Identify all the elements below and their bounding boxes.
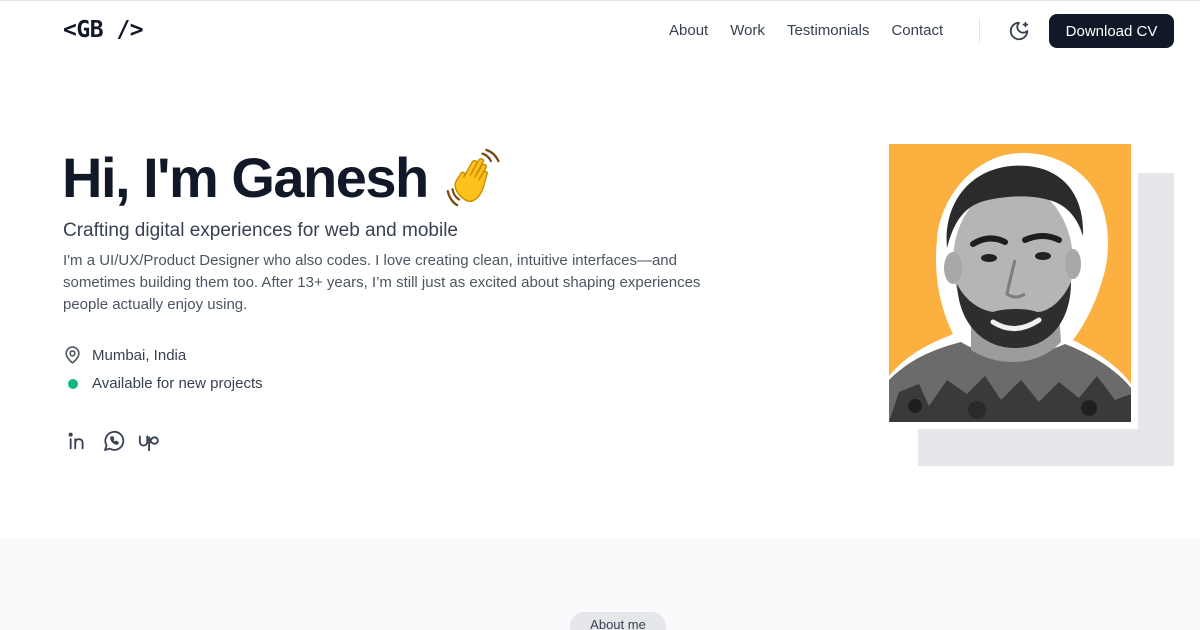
nav-divider — [979, 18, 980, 44]
availability-text: Available for new projects — [92, 375, 263, 392]
location-text: Mumbai, India — [92, 346, 187, 364]
map-pin-icon — [65, 346, 80, 364]
moon-icon — [1009, 21, 1029, 41]
about-section: About me — [0, 538, 1200, 630]
upwork-icon — [138, 435, 159, 452]
about-me-badge: About me — [570, 612, 666, 630]
theme-toggle-button[interactable] — [1004, 16, 1034, 46]
linkedin-icon — [68, 432, 84, 450]
site-logo[interactable]: <GB /> — [63, 17, 144, 43]
upwork-link[interactable] — [138, 429, 162, 453]
site-header: <GB /> About Work Testimonials Contact D… — [0, 0, 1200, 62]
whatsapp-icon — [104, 430, 125, 451]
nav-work[interactable]: Work — [730, 22, 765, 40]
profile-photo — [889, 144, 1131, 422]
hero-title: Hi, I'm Ganesh — [62, 146, 429, 209]
location-row: Mumbai, India — [63, 345, 186, 365]
status-dot — [67, 378, 78, 389]
availability-row: Available for new projects — [63, 375, 263, 392]
linkedin-link[interactable] — [66, 429, 90, 453]
whatsapp-link[interactable] — [102, 429, 126, 453]
download-cv-button[interactable]: Download CV — [1049, 14, 1174, 48]
hero-description: I'm a UI/UX/Product Designer who also co… — [63, 252, 701, 313]
nav-contact[interactable]: Contact — [891, 22, 943, 40]
nav-testimonials[interactable]: Testimonials — [787, 22, 870, 40]
nav-about[interactable]: About — [669, 22, 708, 40]
social-links — [66, 429, 162, 453]
hero-subtitle: Crafting digital experiences for web and… — [63, 220, 458, 241]
main-nav: About Work Testimonials Contact — [669, 22, 943, 40]
waving-hand-icon — [446, 148, 500, 207]
